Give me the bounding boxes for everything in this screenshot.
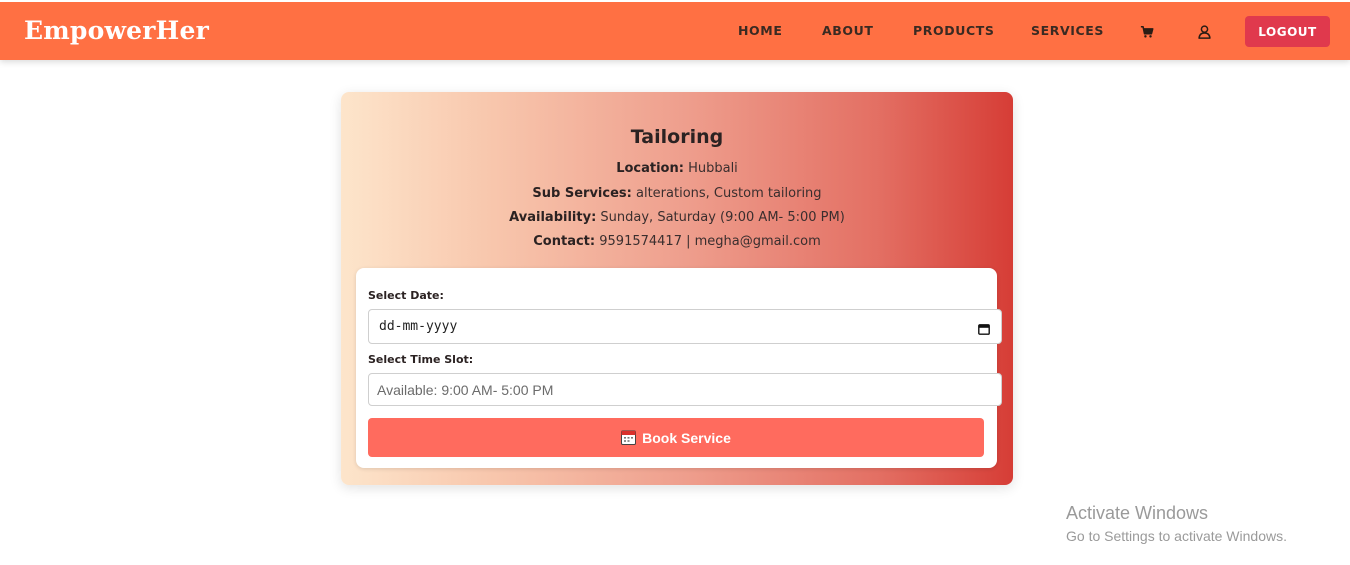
availability-label: Availability: (509, 210, 597, 225)
sub-services-value: alterations, Custom tailoring (636, 186, 822, 201)
location-value: Hubbali (688, 161, 738, 176)
book-service-button[interactable]: Book Service (368, 418, 984, 457)
calendar-icon (621, 430, 637, 445)
location-label: Location: (616, 161, 684, 176)
date-value: dd-mm-yyyy (379, 319, 458, 334)
calendar-picker-icon[interactable] (978, 320, 990, 335)
service-availability: Availability: Sunday, Saturday (9:00 AM-… (341, 210, 1013, 225)
user-icon[interactable] (1197, 24, 1213, 40)
activate-windows-title: Activate Windows (1066, 503, 1209, 523)
activate-windows-subtitle: Go to Settings to activate Windows. (1066, 528, 1287, 544)
nav-services[interactable]: SERVICES (1031, 23, 1104, 38)
service-title: Tailoring (630, 126, 724, 148)
sub-services-label: Sub Services: (532, 186, 632, 201)
service-location: Location: Hubbali (341, 161, 1013, 176)
nav-products[interactable]: PRODUCTS (913, 23, 994, 38)
availability-value: Sunday, Saturday (9:00 AM- 5:00 PM) (600, 210, 845, 225)
contact-value: 9591574417 | megha@gmail.com (599, 234, 821, 249)
cart-icon[interactable] (1140, 24, 1156, 40)
time-slot-label: Select Time Slot: (368, 353, 474, 366)
contact-label: Contact: (533, 234, 596, 249)
date-input[interactable]: dd-mm-yyyy (368, 309, 1002, 344)
nav-about[interactable]: ABOUT (822, 23, 874, 38)
brand-logo[interactable]: EmpowerHer (24, 16, 209, 45)
top-navbar: EmpowerHer HOME ABOUT PRODUCTS SERVICES … (0, 0, 1350, 60)
date-label: Select Date: (368, 289, 444, 302)
logout-button[interactable]: LOGOUT (1245, 16, 1330, 47)
book-service-label: Book Service (642, 429, 731, 446)
service-contact: Contact: 9591574417 | megha@gmail.com (341, 234, 1013, 249)
time-slot-input[interactable] (368, 373, 1002, 406)
service-card: Tailoring Location: Hubbali Sub Services… (341, 92, 1013, 485)
service-sub-services: Sub Services: alterations, Custom tailor… (341, 186, 1013, 201)
nav-home[interactable]: HOME (738, 23, 782, 38)
booking-form: Select Date: dd-mm-yyyy Select Time Slot… (356, 268, 1002, 468)
